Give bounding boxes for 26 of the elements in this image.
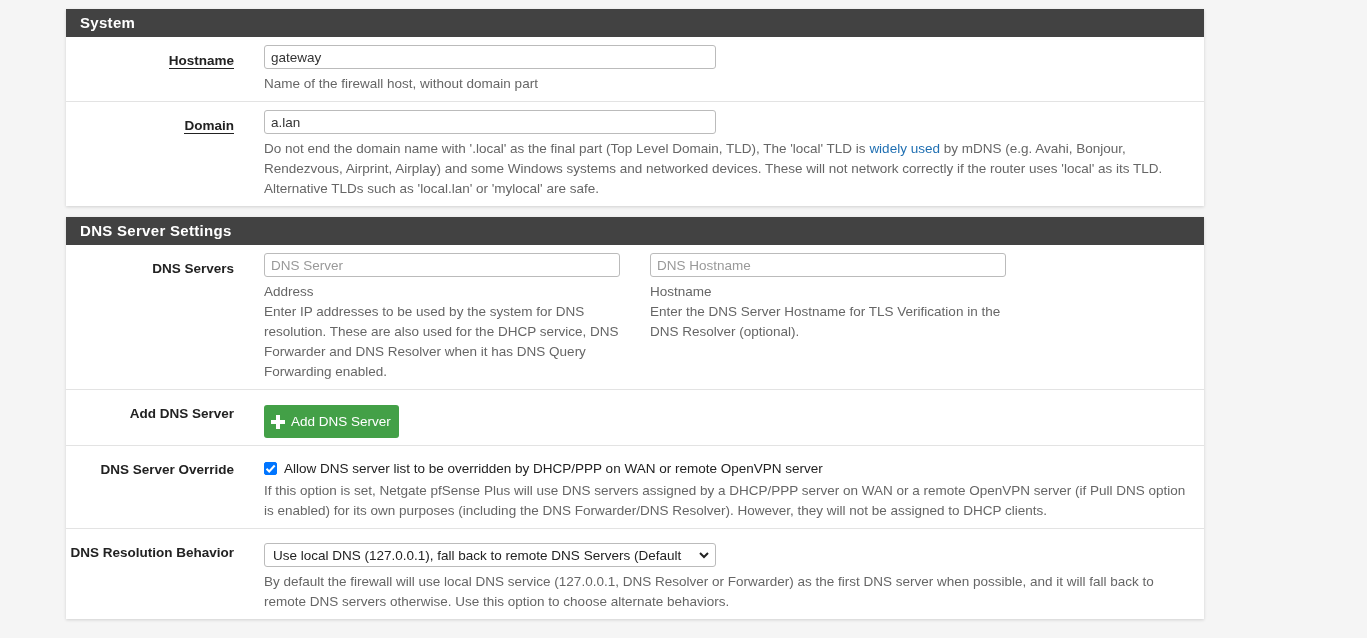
field-caption: Hostname bbox=[650, 283, 713, 301]
field-label: DNS Resolution Behavior bbox=[70, 545, 234, 560]
plus-icon bbox=[270, 413, 286, 430]
checkbox[interactable] bbox=[264, 462, 277, 475]
field-caption: Address bbox=[264, 283, 315, 301]
dropdown[interactable]: Use local DNS (127.0.0.1), fall back to remote DNS Servers (Default bbox=[264, 543, 716, 567]
help-link[interactable]: widely used bbox=[869, 141, 940, 156]
help-text: Enter the DNS Server Hostname for TLS Verification in the DNS Resolver (optional). bbox=[650, 303, 1002, 341]
help-text: Name of the firewall host, without domain part bbox=[264, 75, 539, 93]
help-text: By default the firewall will use local DNS service (127.0.0.1, DNS Resolver or Forwarder) as the first DNS server when possible, and it will fall back to remote DNS servers otherwise. Use this option to choose alternate behaviors. bbox=[264, 573, 1155, 611]
panel-heading: DNS Server Settings bbox=[66, 217, 1204, 245]
field-label[interactable]: Domain bbox=[184, 118, 234, 134]
field-label: DNS Servers bbox=[152, 261, 234, 276]
text-field[interactable]: DNS Server bbox=[264, 253, 620, 277]
checkbox-label[interactable]: Allow DNS server list to be overridden by DHCP/PPP on WAN or remote OpenVPN server bbox=[284, 461, 823, 476]
panel-heading: System bbox=[66, 9, 1204, 37]
help-text: Do not end the domain name with '.local' as the final part (Top Level Domain, TLD), The 'local' TLD is widely used by mDNS (e.g. Avahi, Bonjour, Rendezvous, Airprint, Airplay) and some Windows systems and networked devices. These will not network correctly if the router uses 'local' as its TLD. Alternative TLDs such as 'local.lan' or 'mylocal' are safe. bbox=[264, 140, 1164, 198]
field-label: DNS Server Override bbox=[100, 462, 234, 477]
text-field[interactable]: DNS Hostname bbox=[650, 253, 1006, 277]
text-field[interactable]: a.lan bbox=[264, 110, 716, 134]
help-text: Enter IP addresses to be used by the system for DNS resolution. These are also used for the DHCP service, DNS Forwarder and DNS Resolver when it has DNS Query Forwarding enabled. bbox=[264, 303, 620, 381]
field-label[interactable]: Hostname bbox=[168, 53, 234, 69]
text-field[interactable]: gateway bbox=[264, 45, 716, 69]
chevron-icon bbox=[699, 551, 709, 559]
field-label: Add DNS Server bbox=[129, 406, 234, 421]
help-text: If this option is set, Netgate pfSense Plus will use DNS servers assigned by a DHCP/PPP server on WAN or a remote OpenVPN server (if Pull DNS option is enabled) for its own purposes (including the DNS Forwarder/DNS Resolver). However, they will not be assigned to DHCP clients. bbox=[264, 482, 1187, 520]
